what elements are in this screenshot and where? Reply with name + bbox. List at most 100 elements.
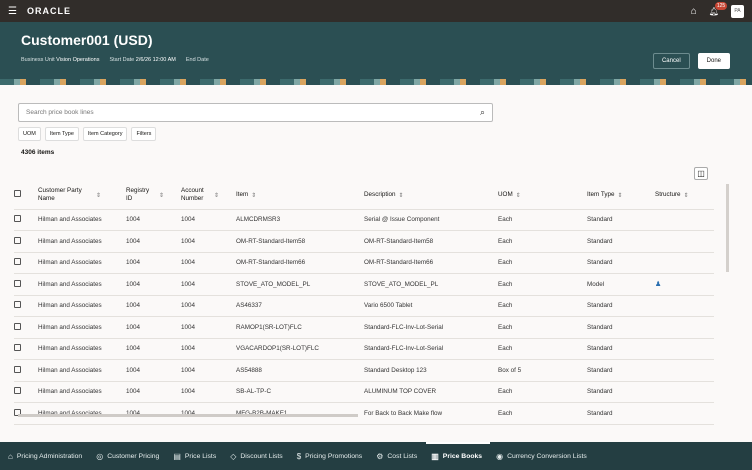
column-header-label: Item <box>236 190 249 198</box>
row-checkbox[interactable] <box>14 365 21 373</box>
horizontal-scrollbar[interactable] <box>18 414 358 417</box>
column-header[interactable]: Structure ⇕ <box>655 182 714 210</box>
nav-item[interactable]: ⌂ Pricing Administration <box>8 442 82 470</box>
table-cell: Hilman and Associates <box>38 295 126 317</box>
cancel-button[interactable]: Cancel <box>652 53 690 69</box>
table-cell: Vario 6500 Tablet <box>364 295 498 317</box>
item-count: 4306 items <box>21 149 55 156</box>
column-header[interactable]: Account Number ⇕ <box>181 182 236 210</box>
table-row[interactable]: Hilman and Associates 1004 1004 OM-RT-Stand… <box>14 230 714 253</box>
table-row[interactable]: Hilman and Associates 1004 1004 VGACARDOP1(… <box>14 338 714 360</box>
table-row[interactable]: Hilman and Associates 1004 1004 OM-RT-Stand… <box>14 252 714 274</box>
start-label: Start Date <box>109 57 135 63</box>
nav-label: Customer Pricing <box>107 452 160 460</box>
table-row[interactable]: Hilman and Associates 1004 1004 STOVE_ATO_M… <box>14 273 714 296</box>
sort-icon[interactable]: ⇕ <box>516 193 521 199</box>
column-header[interactable]: Customer Party Name ⇕ <box>38 182 126 210</box>
table-row[interactable]: Hilman and Associates 1004 1004 AS54888 Stan… <box>14 359 714 382</box>
table-row[interactable]: Hilman and Associates 1004 1004 AS46337 Vari… <box>14 295 714 317</box>
column-settings-icon[interactable]: ◫ <box>694 167 708 180</box>
column-header[interactable]: UOM ⇕ <box>498 182 587 210</box>
table-cell: Standard-FLC-Inv-Lot-Serial <box>364 338 498 360</box>
nav-label: Currency Conversion Lists <box>507 452 587 460</box>
nav-item[interactable]: ▥ Price Books <box>426 442 490 470</box>
structure-cell <box>655 338 714 360</box>
nav-item[interactable]: ⚙ Cost Lists <box>376 442 417 470</box>
table-cell: STOVE_ATO_MODEL_PL <box>364 273 498 296</box>
table-cell: Hilman and Associates <box>38 359 126 382</box>
table-cell: Box of 5 <box>498 359 587 382</box>
table-cell: 1004 <box>181 209 236 231</box>
sort-icon[interactable]: ⇕ <box>159 193 164 199</box>
table-cell: Hilman and Associates <box>38 338 126 360</box>
done-button[interactable]: Done <box>697 53 730 69</box>
table-cell: 1004 <box>126 209 181 231</box>
sort-icon[interactable]: ⇕ <box>399 193 404 199</box>
column-header[interactable]: Description ⇕ <box>364 182 498 210</box>
nav-item[interactable]: ◇ Discount Lists <box>230 442 282 470</box>
nav-item[interactable]: ▤ Price Lists <box>173 442 216 470</box>
bu-value: Vision Operations <box>56 57 100 63</box>
nav-icon: ⌂ <box>8 451 13 461</box>
nav-icon: ▥ <box>431 451 439 461</box>
table-cell: 1004 <box>126 338 181 360</box>
row-checkbox[interactable] <box>14 387 21 395</box>
table-cell: 1004 <box>181 359 236 382</box>
home-icon[interactable]: ⌂ <box>691 6 697 17</box>
filter-chip[interactable]: UOM <box>18 127 41 141</box>
menu-icon[interactable]: ☰ <box>8 6 17 17</box>
row-checkbox[interactable] <box>14 258 21 266</box>
nav-item[interactable]: $ Pricing Promotions <box>297 442 363 470</box>
table-cell: 1004 <box>126 316 181 339</box>
row-checkbox[interactable] <box>14 236 21 244</box>
nav-icon: ⚙ <box>376 451 384 461</box>
table-row[interactable]: Hilman and Associates 1004 1004 RAMOP1(SR-L… <box>14 316 714 339</box>
column-header-label: Account Number <box>181 187 204 203</box>
row-checkbox[interactable] <box>14 344 21 352</box>
search-icon[interactable]: ⌕ <box>480 107 485 118</box>
column-header[interactable]: Item ⇕ <box>236 182 364 210</box>
table-cell: Standard <box>587 402 655 425</box>
table-cell: Standard Desktop 123 <box>364 359 498 382</box>
row-checkbox[interactable] <box>14 279 21 287</box>
table-cell: Standard <box>587 381 655 403</box>
filter-chip[interactable]: Item Type <box>44 127 79 141</box>
notifications-icon[interactable]: 🔔︎ 125 <box>709 1 728 16</box>
sort-icon[interactable]: ⇕ <box>618 193 623 199</box>
table-cell: Hilman and Associates <box>38 230 126 253</box>
table-cell: Standard <box>587 230 655 253</box>
table-cell: Each <box>498 273 587 296</box>
column-header-label: Item Type <box>587 190 615 198</box>
avatar[interactable]: PA <box>731 4 744 18</box>
table-cell: For Back to Back Make flow <box>364 402 498 425</box>
row-checkbox[interactable] <box>14 301 21 309</box>
price-book-lines-table: Customer Party Name ⇕ Registry ID ⇕ Account … <box>14 182 714 425</box>
table-cell: 1004 <box>126 381 181 403</box>
table-cell: 1004 <box>181 295 236 317</box>
vertical-scrollbar[interactable] <box>726 184 729 272</box>
nav-item[interactable]: ◉ Currency Conversion Lists <box>496 442 587 470</box>
sort-icon[interactable]: ⇕ <box>96 193 101 199</box>
table-cell: Standard <box>587 316 655 339</box>
row-checkbox[interactable] <box>14 215 21 223</box>
search-input[interactable]: Search price book lines ⌕ <box>18 103 493 122</box>
table-cell: OM-RT-Standard-Item66 <box>364 252 498 274</box>
sort-icon[interactable]: ⇕ <box>214 193 219 199</box>
select-all-checkbox[interactable] <box>14 190 21 198</box>
end-label: End Date <box>185 57 209 63</box>
nav-item[interactable]: ◎ Customer Pricing <box>96 442 159 470</box>
row-checkbox[interactable] <box>14 322 21 330</box>
table-row[interactable]: Hilman and Associates 1004 1004 SB-AL-TP-C A… <box>14 381 714 403</box>
filter-chip[interactable]: Filters <box>131 127 157 141</box>
table-row[interactable]: Hilman and Associates 1004 1004 ALMCDRMSR3 S… <box>14 209 714 231</box>
structure-icon[interactable]: ♟ <box>655 281 661 288</box>
structure-cell <box>655 252 714 274</box>
table-cell: Each <box>498 295 587 317</box>
column-header[interactable]: Registry ID ⇕ <box>126 182 181 210</box>
filter-chip[interactable]: Item Category <box>82 127 128 141</box>
column-header[interactable]: Item Type ⇕ <box>587 182 655 210</box>
sort-icon[interactable]: ⇕ <box>684 193 689 199</box>
page-title: Customer001 (USD) <box>21 32 153 48</box>
sort-icon[interactable]: ⇕ <box>251 193 256 199</box>
column-header-label: Customer Party Name <box>38 187 82 203</box>
